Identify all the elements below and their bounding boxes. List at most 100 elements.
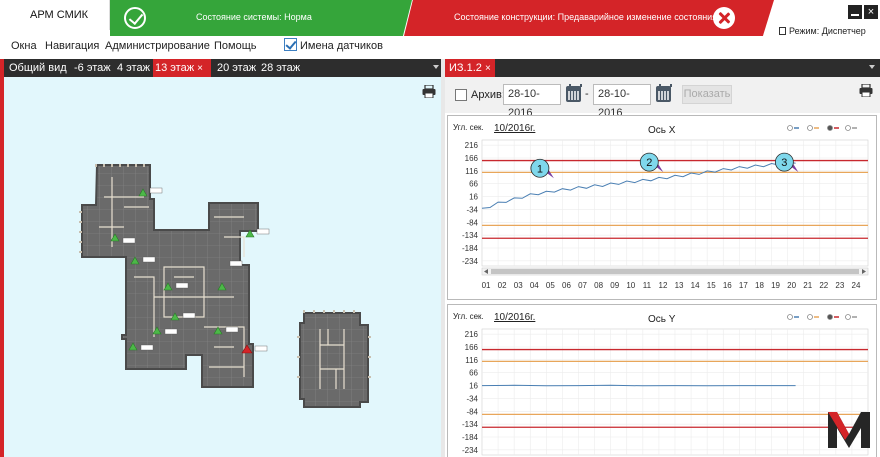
user-icon	[779, 27, 786, 35]
tab-list-dropdown-icon[interactable]	[433, 65, 439, 69]
building-secondary	[299, 312, 369, 408]
building-main	[81, 164, 259, 388]
print-icon[interactable]	[859, 84, 873, 97]
minimize-button[interactable]	[848, 5, 862, 19]
x-tick-label: 22	[819, 281, 828, 290]
y-tick-label: -84	[466, 407, 478, 416]
tab-floor-28[interactable]: 28 этаж	[259, 59, 302, 77]
period-label: 10/2016г.	[494, 312, 535, 323]
title-bar: АРМ СМИК Состояние системы: Норма Состоя…	[0, 0, 880, 36]
legend-radio	[787, 125, 793, 131]
y-axis-unit-label: Угл. сек.	[453, 312, 484, 321]
chart-y-svg[interactable]: Угл. сек. 10/2016г. Ось Y 216 166 116 66 16 -34 -…	[448, 305, 878, 457]
construction-status-text: Состояние конструкции: Предаварийное изм…	[454, 12, 718, 22]
y-tick-label: -184	[462, 433, 479, 442]
x-tick-label: 06	[562, 281, 571, 290]
brand-logo	[828, 412, 870, 448]
y-tick-label: -34	[466, 205, 478, 214]
x-tick-label: 20	[787, 281, 796, 290]
archive-label: Архив:	[471, 89, 505, 101]
annotation-label: 2	[646, 157, 652, 169]
annotation-label: 3	[781, 157, 787, 169]
legend-radio	[845, 125, 851, 131]
close-window-button[interactable]: ×	[864, 5, 878, 19]
y-tick-label: 166	[465, 343, 479, 352]
menu-bar: Окна Навигация Администрирование Помощь …	[0, 36, 880, 58]
menu-item-administration[interactable]: Администрирование	[105, 40, 210, 52]
sensor-tab-strip	[445, 59, 880, 77]
tab-close-icon[interactable]: ×	[485, 63, 491, 74]
x-tick-label: 14	[691, 281, 700, 290]
x-tick-label: 09	[610, 281, 619, 290]
tab-sensor-label: ИЗ.1.2	[449, 62, 482, 74]
date-from-field[interactable]: 28-10-2016	[503, 84, 561, 119]
annotation-label: 1	[537, 163, 543, 175]
y-tick-label: 116	[465, 356, 478, 365]
floor-tab-strip: Общий вид -6 этаж 4 этаж 13 этаж × 20 эт…	[4, 59, 441, 77]
y-tick-label: 216	[465, 330, 479, 339]
x-tick-label: 13	[675, 281, 684, 290]
system-status-text: Состояние системы: Норма	[196, 12, 312, 22]
y-tick-label: 66	[469, 369, 478, 378]
tab-sensor[interactable]: ИЗ.1.2 ×	[445, 59, 495, 77]
series-line	[481, 384, 796, 387]
menu-item-navigation[interactable]: Навигация	[45, 40, 99, 52]
y-tick-label: -184	[462, 244, 479, 253]
period-label: 10/2016г.	[494, 123, 535, 134]
x-tick-label: 01	[482, 281, 491, 290]
menu-item-help[interactable]: Помощь	[214, 40, 257, 52]
chart-x-svg[interactable]: Угл. сек. 10/2016г. Ось X2161661166616-34-…	[448, 116, 878, 301]
legend-radio	[827, 314, 833, 320]
mode-indicator: Режим: Диспетчер	[779, 26, 866, 36]
x-tick-label: 15	[707, 281, 716, 290]
x-tick-label: 19	[771, 281, 780, 290]
y-tick-label: -34	[466, 394, 478, 403]
tab-floor-13[interactable]: 13 этаж ×	[153, 59, 211, 77]
tab-list-dropdown-icon[interactable]	[869, 65, 875, 69]
x-tick-label: 07	[578, 281, 587, 290]
chart-title: Ось X	[648, 125, 676, 136]
y-tick-label: 16	[469, 193, 478, 202]
legend-radio	[787, 314, 793, 320]
y-tick-label: -134	[462, 420, 479, 429]
tab-overview[interactable]: Общий вид	[7, 59, 69, 77]
y-axis-unit-label: Угл. сек.	[453, 123, 484, 132]
y-tick-label: 166	[465, 154, 479, 163]
show-button[interactable]: Показать	[682, 85, 732, 104]
app-title: АРМ СМИК	[0, 0, 110, 30]
scrollbar-thumb	[491, 269, 859, 274]
x-tick-label: 10	[626, 281, 635, 290]
calendar-icon[interactable]	[656, 84, 672, 102]
check-circle-icon	[124, 7, 146, 29]
x-tick-label: 21	[803, 281, 812, 290]
tab-floor-minus6[interactable]: -6 этаж	[72, 59, 113, 77]
tab-floor-20[interactable]: 20 этаж	[215, 59, 258, 77]
sensor-names-label[interactable]: Имена датчиков	[300, 40, 383, 52]
tab-close-icon[interactable]: ×	[197, 63, 203, 74]
floor-plan-panel: Общий вид -6 этаж 4 этаж 13 этаж × 20 эт…	[0, 59, 441, 457]
menu-item-windows[interactable]: Окна	[11, 40, 37, 52]
calendar-icon[interactable]	[566, 84, 582, 102]
date-to-field[interactable]: 28-10-2016	[593, 84, 651, 119]
construction-status-banner: Состояние конструкции: Предаварийное изм…	[404, 0, 774, 36]
y-tick-label: -234	[462, 446, 479, 455]
y-tick-label: 16	[469, 382, 478, 391]
y-tick-label: -134	[462, 231, 479, 240]
panel-splitter[interactable]	[441, 59, 445, 457]
tab-floor-4[interactable]: 4 этаж	[115, 59, 152, 77]
alarm-x-icon	[713, 7, 735, 29]
legend-radio	[807, 125, 813, 131]
sensor-names-checkbox[interactable]	[284, 38, 297, 51]
tab-floor-13-label: 13 этаж	[155, 62, 195, 74]
floor-plan-canvas[interactable]	[4, 77, 441, 457]
x-tick-label: 16	[723, 281, 732, 290]
x-tick-label: 24	[852, 281, 861, 290]
chart-axis-x: Угл. сек. 10/2016г. Ось X 216 166 116 66 16 -34-…	[447, 115, 877, 300]
chart-axis-y: Угл. сек. 10/2016г. Ось Y 216 166 116 66 16 -34 -…	[447, 304, 877, 457]
legend-radio	[827, 125, 833, 131]
archive-checkbox[interactable]	[455, 89, 467, 101]
x-tick-label: 18	[755, 281, 764, 290]
x-tick-label: 12	[659, 281, 668, 290]
y-tick-label: 116	[465, 167, 478, 176]
x-tick-label: 04	[530, 281, 539, 290]
